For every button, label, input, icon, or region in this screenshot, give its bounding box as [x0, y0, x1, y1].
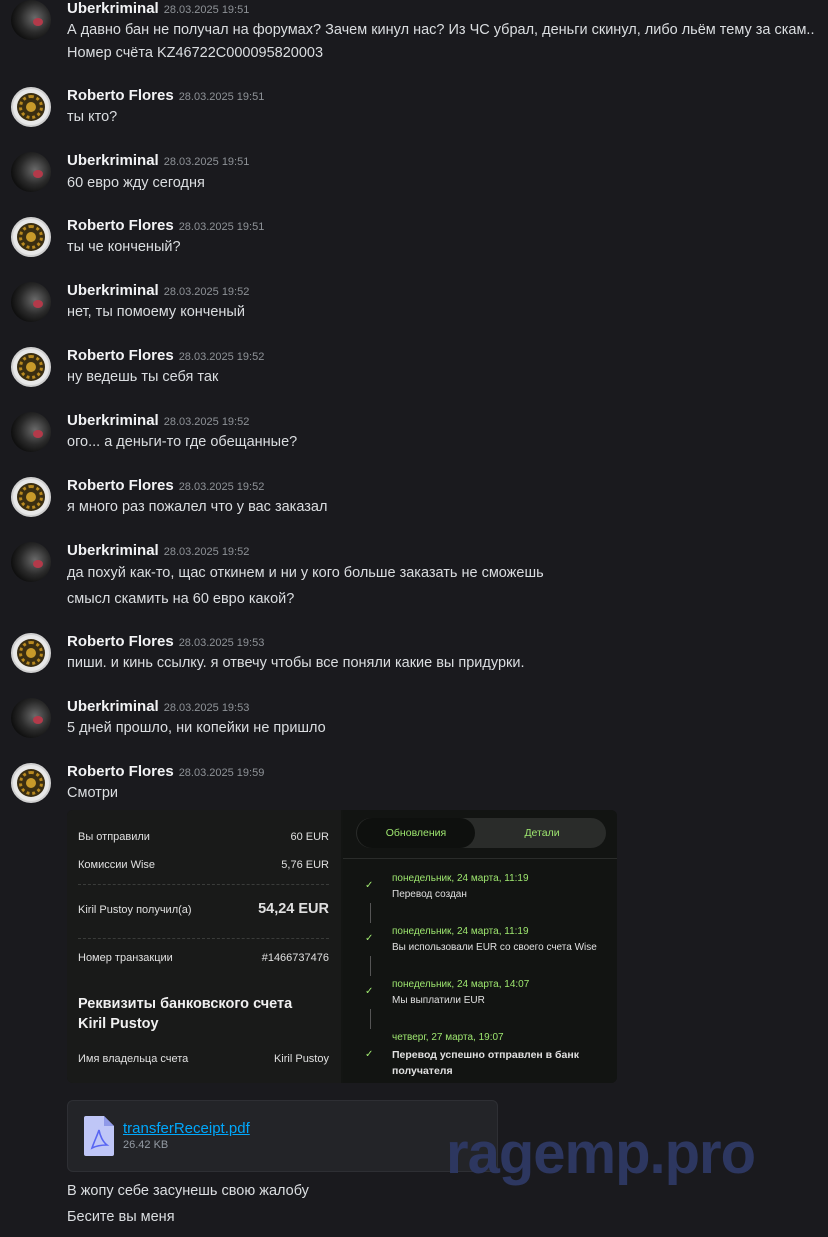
timestamp: 28.03.2025 19:52 — [178, 351, 265, 363]
receipt-row: Комиссии Wise 5,76 EUR — [78, 859, 329, 871]
divider — [78, 938, 329, 939]
author-name[interactable]: Uberkriminal — [67, 282, 159, 299]
timestamp: 28.03.2025 19:59 — [178, 767, 265, 779]
timeline-text: получателя — [392, 1065, 453, 1077]
author-name[interactable]: Roberto Flores — [67, 633, 174, 650]
pdf-file-icon — [84, 1116, 114, 1156]
transaction-label: Номер транзакции — [78, 952, 173, 964]
message-text: да похуй как-то, щас откинем и ни у кого… — [67, 565, 544, 581]
timestamp: 28.03.2025 19:53 — [163, 702, 250, 714]
received-value: 54,24 EUR — [258, 901, 329, 917]
timeline-connector — [370, 1009, 371, 1029]
message-text: Смотри — [67, 785, 118, 801]
receipt-row: Номер транзакции #1466737476 — [78, 952, 329, 964]
author-name[interactable]: Roberto Flores — [67, 87, 174, 104]
avatar[interactable] — [11, 0, 51, 40]
check-icon: ✓ — [365, 933, 374, 944]
receipt-row: Kiril Pustoy получил(а) 54,24 EUR — [78, 901, 329, 917]
author-name[interactable]: Roberto Flores — [67, 217, 174, 234]
avatar[interactable] — [11, 412, 51, 452]
check-icon: ✓ — [365, 986, 374, 997]
holder-value: Kiril Pustoy — [273, 1053, 329, 1065]
message-text: Номер счёта KZ46722C000095820003 — [67, 45, 324, 61]
sent-label: Вы отправили — [78, 831, 150, 843]
message-text: нет, ты помоему конченый — [67, 304, 245, 320]
avatar[interactable] — [11, 763, 51, 803]
message-text: Бесите вы меня — [67, 1209, 175, 1225]
check-icon: ✓ — [365, 880, 374, 891]
timestamp: 28.03.2025 19:51 — [163, 4, 250, 16]
timestamp: 28.03.2025 19:51 — [163, 156, 250, 168]
received-label: Kiril Pustoy получил(а) — [78, 904, 192, 916]
receipt-tabs: Обновления Детали — [356, 818, 606, 848]
timestamp: 28.03.2025 19:52 — [163, 286, 250, 298]
tab-details: Детали — [524, 827, 560, 839]
sent-value: 60 EUR — [290, 831, 329, 843]
author-name[interactable]: Uberkriminal — [67, 0, 159, 17]
fee-value: 5,76 EUR — [281, 859, 329, 871]
timeline-date: четверг, 27 марта, 19:07 — [392, 1032, 504, 1043]
author-name[interactable]: Uberkriminal — [67, 542, 159, 559]
author-name[interactable]: Roberto Flores — [67, 477, 174, 494]
holder-label: Имя владельца счета — [78, 1053, 189, 1065]
watermark: ragemp.pro — [446, 1121, 756, 1186]
timeline-text: Вы использовали EUR со своего счета Wise — [392, 942, 597, 953]
receipt-row: Вы отправили 60 EUR — [78, 831, 329, 843]
file-attachment[interactable]: transferReceipt.pdf 26.42 KB — [67, 1100, 498, 1172]
avatar[interactable] — [11, 87, 51, 127]
receipt-summary-panel: Вы отправили 60 EUR Комиссии Wise 5,76 EUR… — [67, 810, 341, 1083]
message-text: А давно бан не получал на форумах? Зачем… — [67, 22, 815, 38]
timestamp: 28.03.2025 19:52 — [163, 416, 250, 428]
avatar[interactable] — [11, 282, 51, 322]
avatar[interactable] — [11, 217, 51, 257]
divider — [78, 884, 329, 885]
check-icon: ✓ — [365, 1049, 374, 1060]
timestamp: 28.03.2025 19:51 — [178, 91, 265, 103]
receipt-image[interactable]: Вы отправили 60 EUR Комиссии Wise 5,76 EUR… — [67, 810, 617, 1083]
timestamp: 28.03.2025 19:52 — [163, 546, 250, 558]
message-text: ты кто? — [67, 109, 118, 125]
timeline-date: понедельник, 24 марта, 11:19 — [392, 926, 529, 937]
message-text: я много раз пожалел что у вас заказал — [67, 499, 328, 515]
timeline-connector — [370, 903, 371, 923]
message-text: ты че конченый? — [67, 239, 181, 255]
timeline-date: понедельник, 24 марта, 14:07 — [392, 979, 530, 990]
divider — [343, 858, 617, 859]
message-text: смысл скамить на 60 евро какой? — [67, 591, 295, 607]
message-text: ну ведешь ты себя так — [67, 369, 219, 385]
attachment-size: 26.42 KB — [123, 1139, 169, 1151]
avatar[interactable] — [11, 542, 51, 582]
timeline-connector — [370, 956, 371, 976]
avatar[interactable] — [11, 152, 51, 192]
avatar[interactable] — [11, 633, 51, 673]
message-text: В жопу себе засунешь свою жалобу — [67, 1183, 309, 1199]
author-name[interactable]: Roberto Flores — [67, 763, 174, 780]
timestamp: 28.03.2025 19:53 — [178, 637, 265, 649]
timeline-text: Перевод успешно отправлен в банк — [392, 1049, 579, 1061]
avatar[interactable] — [11, 698, 51, 738]
timeline-text: Перевод создан — [392, 889, 467, 900]
author-name[interactable]: Roberto Flores — [67, 347, 174, 364]
message-text: 5 дней прошло, ни копейки не пришло — [67, 720, 326, 736]
message-text: пиши. и кинь ссылку. я отвечу чтобы все … — [67, 655, 525, 671]
timeline-text: Мы выплатили EUR — [392, 995, 485, 1006]
avatar[interactable] — [11, 477, 51, 517]
receipt-timeline-panel: Обновления Детали понедельник, 24 марта,… — [343, 810, 617, 1083]
transaction-value: #1466737476 — [261, 952, 329, 964]
author-name[interactable]: Uberkriminal — [67, 412, 159, 429]
author-name[interactable]: Uberkriminal — [67, 152, 159, 169]
timestamp: 28.03.2025 19:52 — [178, 481, 265, 493]
timeline-date: понедельник, 24 марта, 11:19 — [392, 873, 529, 884]
message-text: 60 евро жду сегодня — [67, 175, 205, 191]
attachment-filename[interactable]: transferReceipt.pdf — [123, 1120, 250, 1137]
avatar[interactable] — [11, 347, 51, 387]
fee-label: Комиссии Wise — [78, 859, 156, 871]
message-text: ого... а деньги-то где обещанные? — [67, 434, 298, 450]
tab-updates: Обновления — [357, 818, 475, 848]
bank-details-title: Реквизиты банковского счета — [78, 996, 293, 1012]
author-name[interactable]: Uberkriminal — [67, 698, 159, 715]
receipt-row: Имя владельца счета Kiril Pustoy — [78, 1053, 329, 1065]
bank-details-name: Kiril Pustoy — [78, 1016, 159, 1032]
timestamp: 28.03.2025 19:51 — [178, 221, 265, 233]
